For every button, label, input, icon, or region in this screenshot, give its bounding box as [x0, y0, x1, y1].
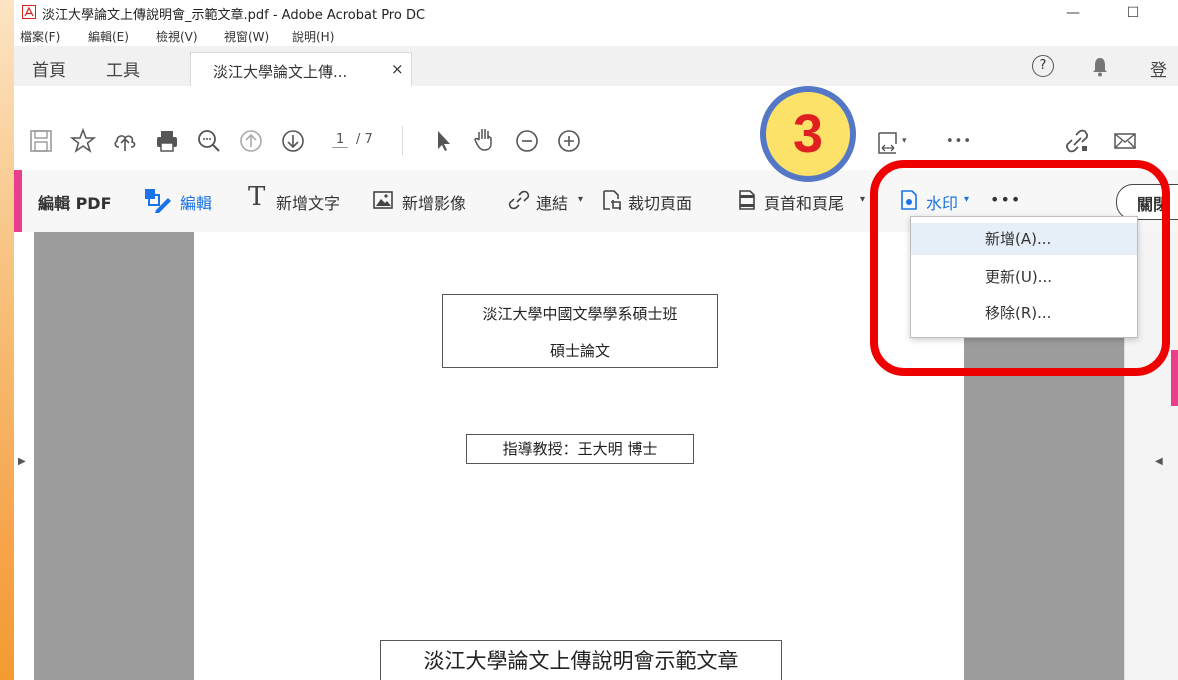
step-number-badge: 3 — [760, 86, 856, 182]
tab-document[interactable]: 淡江大學論文上傳... × — [190, 52, 412, 87]
highlight-annotation — [870, 160, 1170, 376]
right-panel-toggle-icon[interactable]: ◀ — [1155, 456, 1163, 467]
zoom-in-icon[interactable] — [556, 128, 582, 154]
add-text-button[interactable]: 新增文字 — [276, 190, 340, 214]
page-gutter-left — [34, 232, 194, 680]
edit-button[interactable]: 編輯 — [180, 190, 212, 214]
main-toolbar: 1 / 7 ▾ ••• — [14, 86, 1178, 171]
image-icon[interactable] — [372, 189, 394, 211]
slide-left-decoration — [0, 0, 14, 680]
menu-edit[interactable]: 編輯(E) — [88, 28, 129, 45]
crop-pages-button[interactable]: 裁切頁面 — [628, 190, 692, 214]
tab-home[interactable]: 首頁 — [32, 56, 66, 81]
link-icon[interactable] — [508, 189, 530, 211]
edit-pdf-accent-bar — [14, 170, 22, 232]
crop-page-icon[interactable] — [600, 189, 622, 211]
tab-bar: 首頁 工具 淡江大學論文上傳... × ? 登 — [14, 46, 1178, 87]
page-total: / 7 — [356, 132, 373, 147]
pdf-page: 淡江大學中國文學學系碩士班 碩士論文 指導教授：王大明 博士 淡江大學論文上傳說… — [194, 232, 964, 680]
bell-icon[interactable] — [1090, 56, 1110, 78]
previous-page-icon[interactable] — [238, 128, 264, 154]
hand-tool-icon[interactable] — [472, 126, 498, 152]
department-box: 淡江大學中國文學學系碩士班 碩士論文 — [442, 294, 718, 368]
print-icon[interactable] — [154, 128, 180, 154]
page-fit-icon[interactable] — [876, 130, 902, 156]
menu-bar: 檔案(F) 編輯(E) 檢視(V) 視窗(W) 說明(H) — [14, 26, 1178, 46]
link-button[interactable]: 連結 — [536, 190, 568, 214]
thesis-label: 碩士論文 — [549, 342, 610, 360]
help-icon[interactable]: ? — [1032, 55, 1054, 77]
menu-view[interactable]: 檢視(V) — [156, 28, 198, 45]
right-panel-accent — [1171, 350, 1178, 406]
title-bar: 淡江大學論文上傳說明會_示範文章.pdf - Adobe Acrobat Pro… — [14, 0, 1178, 26]
save-icon[interactable] — [28, 128, 54, 154]
email-icon[interactable] — [1112, 128, 1138, 154]
select-cursor-icon[interactable] — [430, 128, 456, 154]
minimize-button[interactable]: — — [1056, 0, 1090, 26]
zoom-out-icon[interactable] — [514, 128, 540, 154]
cloud-upload-icon[interactable] — [112, 128, 138, 154]
more-tools-icon[interactable]: ••• — [946, 134, 972, 149]
next-page-icon[interactable] — [280, 128, 306, 154]
acrobat-icon — [22, 5, 36, 19]
add-image-button[interactable]: 新增影像 — [402, 190, 466, 214]
edit-icon[interactable] — [142, 186, 172, 214]
page-number-input[interactable]: 1 — [332, 132, 349, 148]
left-panel-toggle-icon[interactable]: ▶ — [18, 456, 26, 467]
edit-pdf-title: 編輯 PDF — [38, 194, 112, 213]
sign-in-link[interactable]: 登 — [1150, 56, 1167, 81]
page-fit-dropdown-icon[interactable]: ▾ — [902, 136, 907, 146]
star-icon[interactable] — [70, 128, 96, 154]
menu-help[interactable]: 說明(H) — [292, 28, 334, 45]
header-footer-icon[interactable] — [736, 189, 758, 211]
acrobat-window: 淡江大學論文上傳說明會_示範文章.pdf - Adobe Acrobat Pro… — [14, 0, 1178, 680]
share-link-icon[interactable] — [1064, 128, 1090, 154]
paper-title-box: 淡江大學論文上傳說明會示範文章 — [380, 640, 782, 680]
advisor-box: 指導教授：王大明 博士 — [466, 434, 694, 464]
window-title: 淡江大學論文上傳說明會_示範文章.pdf - Adobe Acrobat Pro… — [42, 8, 426, 23]
link-dropdown-icon[interactable]: ▾ — [578, 194, 583, 205]
text-t-icon[interactable]: T — [248, 182, 265, 212]
menu-window[interactable]: 視窗(W) — [224, 28, 269, 45]
maximize-button[interactable]: ☐ — [1116, 0, 1150, 26]
tab-document-label: 淡江大學論文上傳... — [213, 63, 348, 81]
header-footer-button[interactable]: 頁首和頁尾 — [764, 190, 844, 214]
header-footer-dropdown-icon[interactable]: ▾ — [860, 194, 865, 205]
menu-file[interactable]: 檔案(F) — [20, 28, 60, 45]
toolbar-divider — [402, 126, 403, 156]
zoom-search-icon[interactable] — [196, 128, 222, 154]
department-line: 淡江大學中國文學學系碩士班 — [482, 305, 678, 323]
tab-tools[interactable]: 工具 — [106, 56, 140, 81]
tab-close-icon[interactable]: × — [391, 60, 404, 78]
